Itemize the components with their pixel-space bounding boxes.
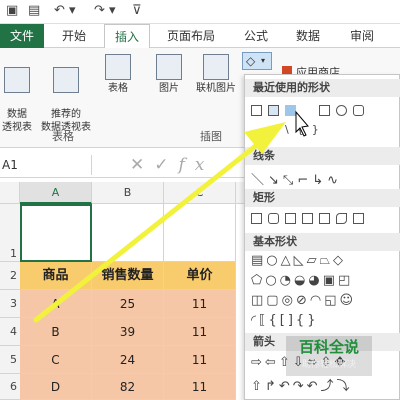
annotation-arrow bbox=[33, 110, 309, 323]
mouse-cursor-icon bbox=[295, 110, 309, 137]
annotation-arrow-shaft bbox=[33, 141, 261, 323]
